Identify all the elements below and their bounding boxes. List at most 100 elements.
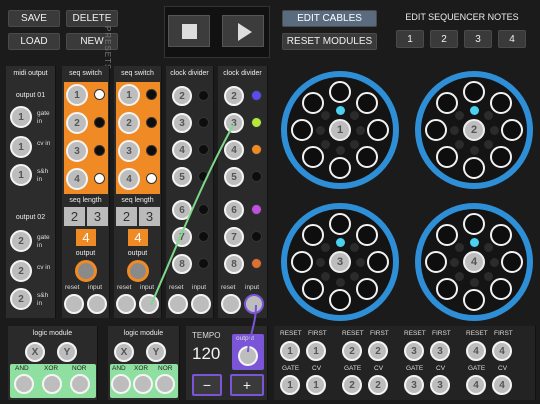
cd1-jack-2[interactable]: 2 — [172, 86, 192, 106]
logic2-y-jack[interactable]: Y — [146, 342, 166, 362]
sequencer-wheel-2[interactable]: 2 — [415, 71, 533, 189]
seq1-jack-1[interactable]: 1 — [66, 84, 88, 106]
cd2-jack-7[interactable]: 7 — [224, 227, 244, 247]
wheel-step-jack[interactable] — [329, 157, 351, 179]
seq-first-jack[interactable]: 2 — [368, 341, 388, 361]
tempo-minus-button[interactable]: − — [192, 374, 222, 396]
seq2-value[interactable]: 4 — [128, 229, 148, 246]
wheel-step-jack[interactable] — [489, 92, 512, 115]
seq-cv-jack[interactable]: 1 — [306, 375, 326, 395]
tempo-value[interactable]: 120 — [192, 344, 220, 364]
logic2-x-jack[interactable]: X — [114, 342, 134, 362]
wheel-step-jack[interactable] — [436, 277, 459, 300]
wheel-step-jack[interactable] — [291, 251, 313, 273]
seq-note-3-button[interactable]: 3 — [464, 30, 492, 48]
cd1-jack-6[interactable]: 6 — [172, 200, 192, 220]
seq2-length-b[interactable]: 3 — [139, 207, 160, 226]
seq-note-1-button[interactable]: 1 — [396, 30, 424, 48]
wheel-step-jack[interactable] — [291, 119, 313, 141]
edit-cables-button[interactable]: EDIT CABLES — [282, 10, 377, 27]
cd1-jack-7[interactable]: 7 — [172, 227, 192, 247]
seq1-jack-2[interactable]: 2 — [66, 112, 88, 134]
midi-gate-1-jack[interactable]: 1 — [10, 106, 32, 128]
seq1-length-b[interactable]: 3 — [87, 207, 108, 226]
wheel-step-jack[interactable] — [501, 251, 523, 273]
logic2-nor-jack[interactable] — [155, 374, 175, 394]
logic2-xor-jack[interactable] — [133, 374, 153, 394]
seq-first-jack[interactable]: 3 — [430, 341, 450, 361]
wheel-step-jack[interactable] — [436, 145, 459, 168]
tempo-plus-button[interactable]: + — [230, 374, 264, 396]
wheel-step-jack[interactable] — [367, 251, 389, 273]
seq-gate-jack[interactable]: 3 — [404, 375, 424, 395]
sequencer-wheel-3[interactable]: 3 — [281, 203, 399, 321]
seq1-value[interactable]: 4 — [76, 229, 96, 246]
seq2-jack-4[interactable]: 4 — [118, 168, 140, 190]
wheel-step-jack[interactable] — [329, 289, 351, 311]
midi-cv-1-jack[interactable]: 1 — [10, 136, 32, 158]
cd2-jack-5[interactable]: 5 — [224, 167, 244, 187]
midi-sh-2-jack[interactable]: 2 — [10, 288, 32, 310]
wheel-step-jack[interactable] — [463, 157, 485, 179]
wheel-step-jack[interactable] — [355, 92, 378, 115]
cd2-jack-6[interactable]: 6 — [224, 200, 244, 220]
seq-gate-jack[interactable]: 2 — [342, 375, 362, 395]
wheel-step-jack[interactable] — [355, 145, 378, 168]
load-button[interactable]: LOAD — [8, 33, 60, 50]
logic1-and-jack[interactable] — [14, 374, 34, 394]
seq2-length-a[interactable]: 2 — [116, 207, 137, 226]
seq2-reset-jack[interactable] — [116, 294, 136, 314]
wheel-center-jack[interactable]: 4 — [463, 251, 485, 273]
wheel-center-jack[interactable]: 1 — [329, 119, 351, 141]
logic1-xor-jack[interactable] — [42, 374, 62, 394]
seq1-output-knob[interactable] — [75, 260, 97, 282]
wheel-step-jack[interactable] — [463, 213, 485, 235]
seq2-output-knob[interactable] — [127, 260, 149, 282]
wheel-step-jack[interactable] — [463, 289, 485, 311]
wheel-step-jack[interactable] — [501, 119, 523, 141]
wheel-step-jack[interactable] — [425, 119, 447, 141]
seq1-length-a[interactable]: 2 — [64, 207, 85, 226]
seq-note-2-button[interactable]: 2 — [430, 30, 458, 48]
cd2-jack-2[interactable]: 2 — [224, 86, 244, 106]
sequencer-wheel-4[interactable]: 4 — [415, 203, 533, 321]
seq1-input-jack[interactable] — [87, 294, 107, 314]
logic1-nor-jack[interactable] — [70, 374, 90, 394]
wheel-step-jack[interactable] — [329, 81, 351, 103]
wheel-step-jack[interactable] — [425, 251, 447, 273]
cd1-input-jack[interactable] — [191, 294, 211, 314]
seq1-reset-jack[interactable] — [64, 294, 84, 314]
seq-first-jack[interactable]: 1 — [306, 341, 326, 361]
seq-first-jack[interactable]: 4 — [492, 341, 512, 361]
seq-gate-jack[interactable]: 1 — [280, 375, 300, 395]
seq-reset-jack[interactable]: 2 — [342, 341, 362, 361]
wheel-step-jack[interactable] — [329, 213, 351, 235]
stop-button[interactable] — [168, 15, 210, 47]
wheel-step-jack[interactable] — [489, 145, 512, 168]
logic1-x-jack[interactable]: X — [25, 342, 45, 362]
wheel-step-jack[interactable] — [302, 145, 325, 168]
tempo-output-jack[interactable] — [238, 346, 258, 366]
seq-reset-jack[interactable]: 4 — [466, 341, 486, 361]
wheel-center-jack[interactable]: 2 — [463, 119, 485, 141]
seq1-jack-4[interactable]: 4 — [66, 168, 88, 190]
cd1-jack-4[interactable]: 4 — [172, 140, 192, 160]
delete-button[interactable]: DELETE — [66, 10, 118, 27]
seq-reset-jack[interactable]: 3 — [404, 341, 424, 361]
sequencer-wheel-1[interactable]: 1 — [281, 71, 399, 189]
seq-cv-jack[interactable]: 3 — [430, 375, 450, 395]
seq2-input-jack[interactable] — [139, 294, 159, 314]
seq1-jack-3[interactable]: 3 — [66, 140, 88, 162]
seq-gate-jack[interactable]: 4 — [466, 375, 486, 395]
midi-cv-2-jack[interactable]: 2 — [10, 260, 32, 282]
cd2-input-jack[interactable] — [244, 294, 264, 314]
wheel-step-jack[interactable] — [489, 224, 512, 247]
cd2-jack-4[interactable]: 4 — [224, 140, 244, 160]
seq-cv-jack[interactable]: 4 — [492, 375, 512, 395]
cd2-jack-3[interactable]: 3 — [224, 113, 244, 133]
logic1-y-jack[interactable]: Y — [57, 342, 77, 362]
seq2-jack-1[interactable]: 1 — [118, 84, 140, 106]
logic2-and-jack[interactable] — [111, 374, 131, 394]
midi-sh-1-jack[interactable]: 1 — [10, 164, 32, 186]
cd1-jack-3[interactable]: 3 — [172, 113, 192, 133]
